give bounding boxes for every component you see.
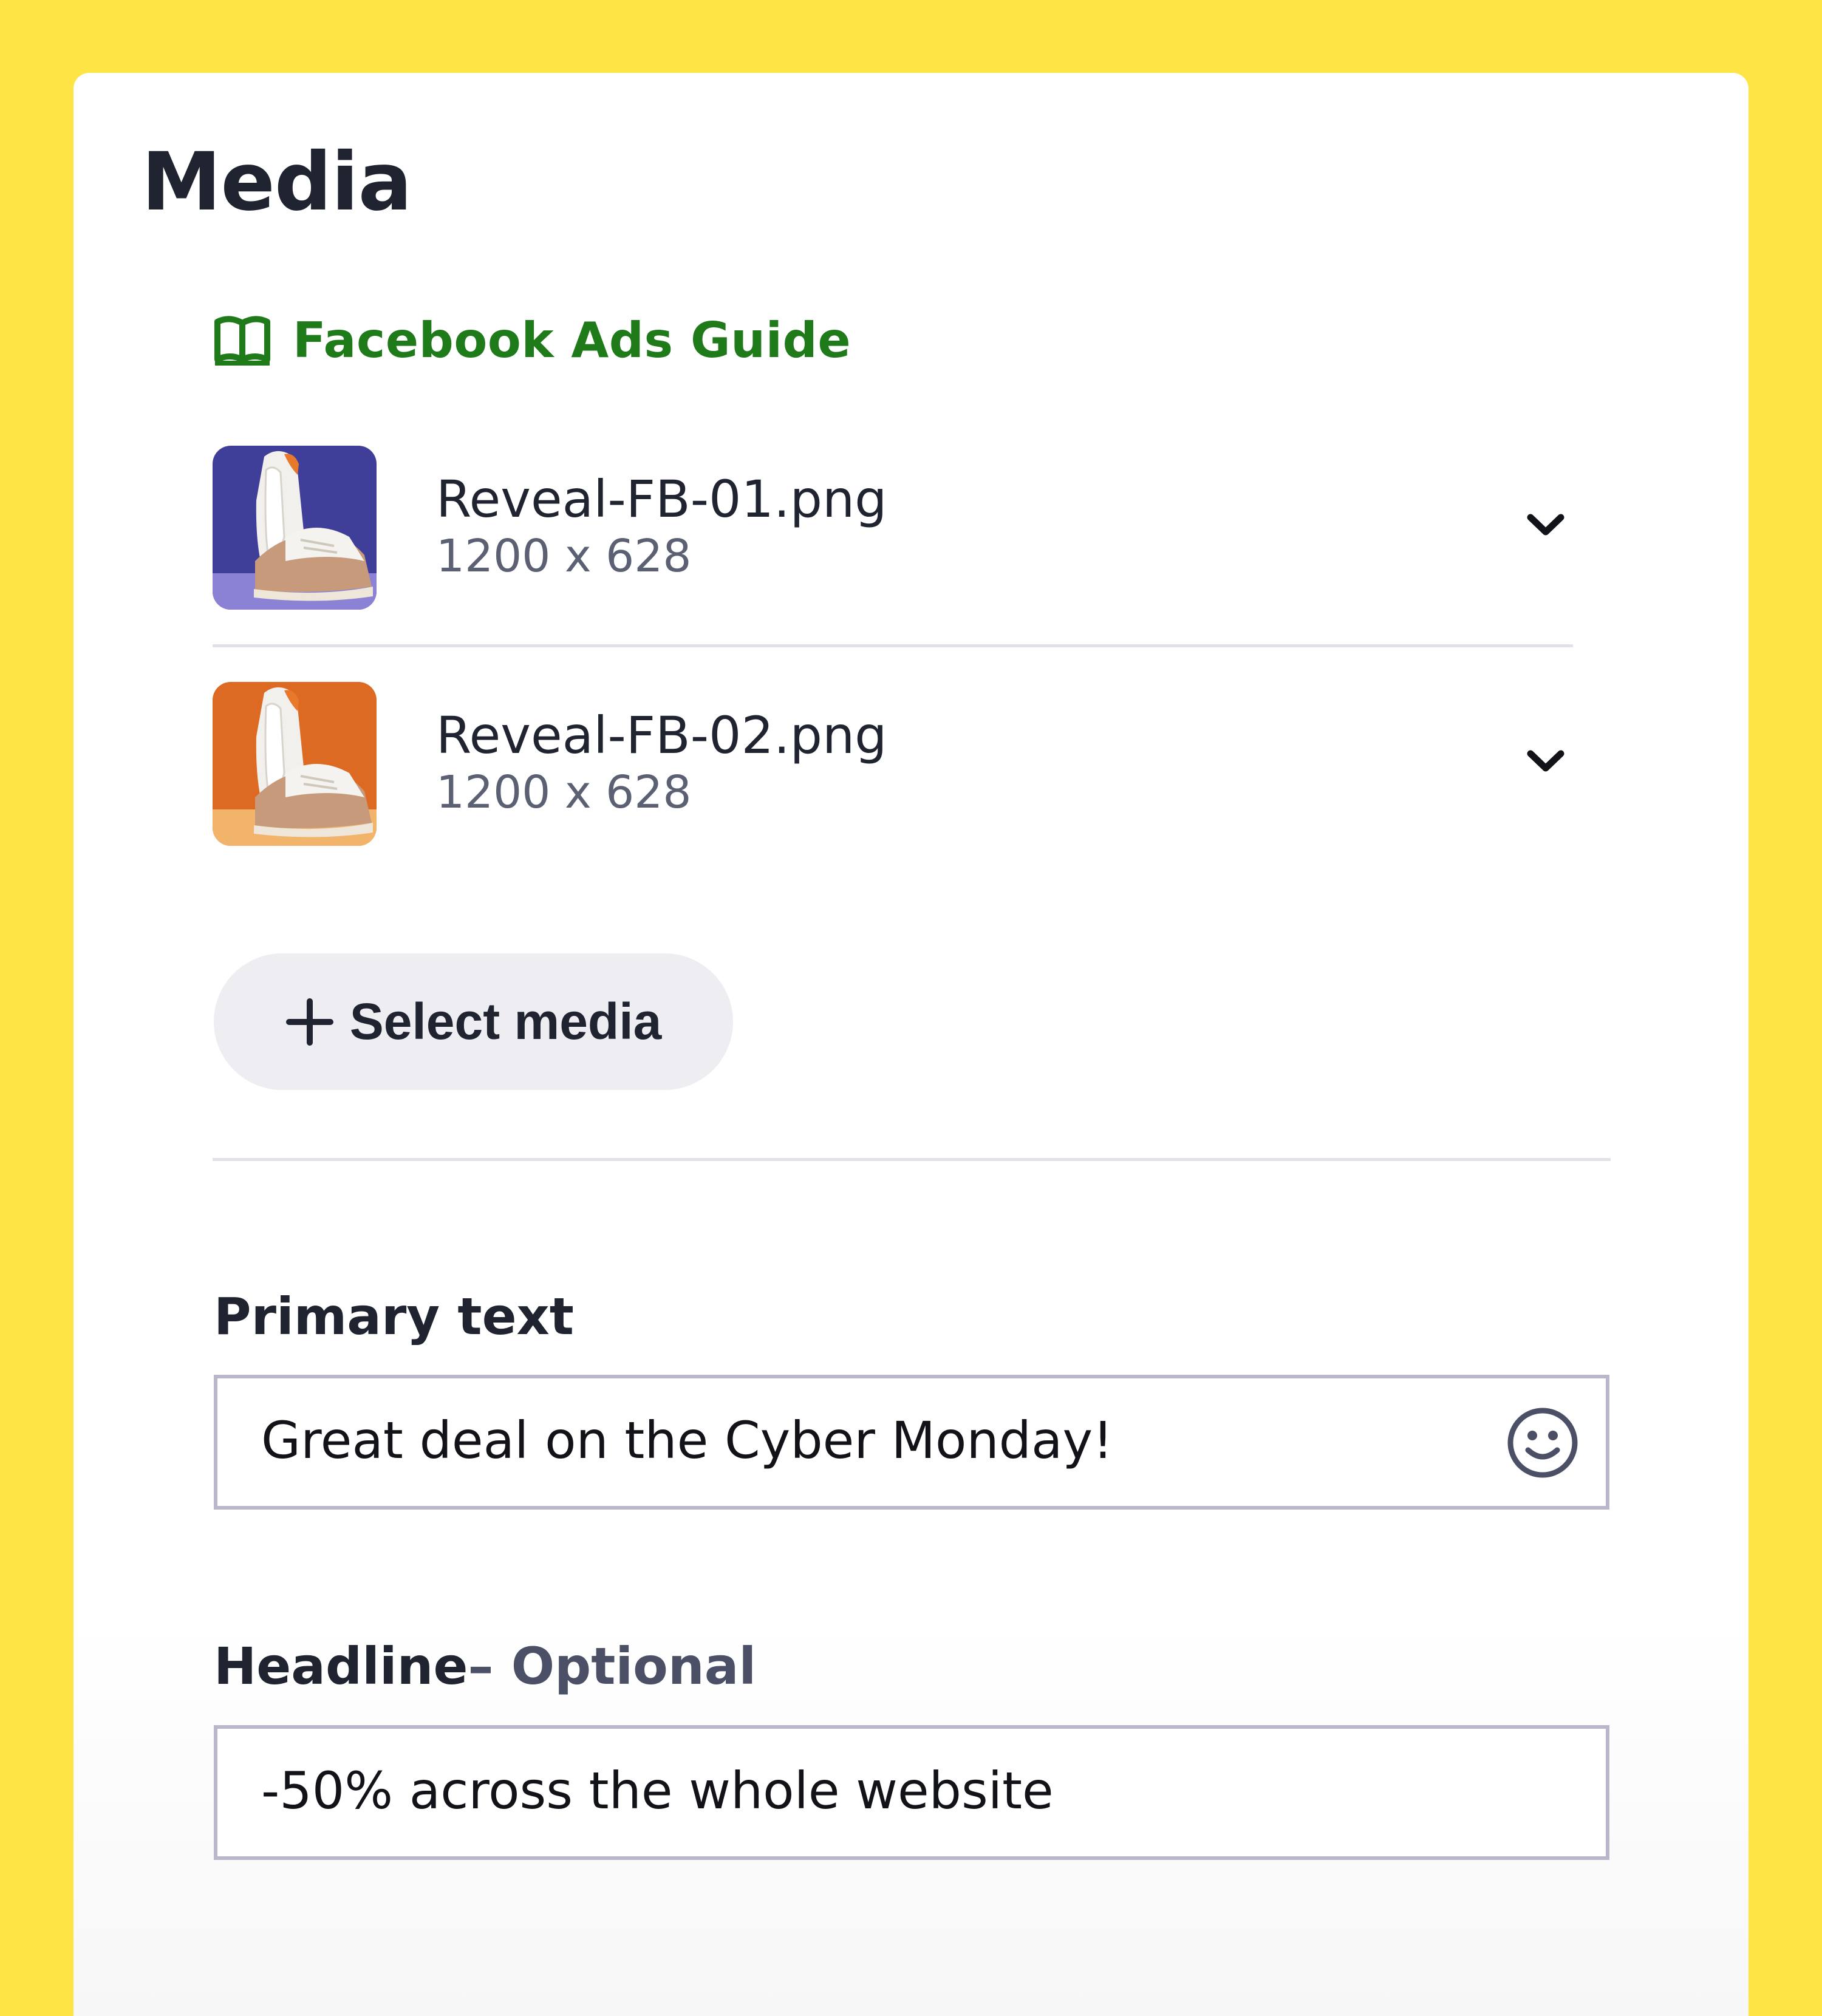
divider xyxy=(213,1158,1611,1161)
divider xyxy=(213,644,1573,647)
headline-label: Headline– Optional xyxy=(214,1636,756,1697)
chevron-down-icon xyxy=(1527,514,1564,536)
media-dimensions: 1200 x 628 xyxy=(436,766,692,819)
headline-input[interactable]: -50% across the whole website xyxy=(214,1725,1609,1860)
primary-text-label: Primary text xyxy=(214,1287,574,1346)
primary-text-value: Great deal on the Cyber Monday! xyxy=(261,1411,1113,1470)
expand-media-button[interactable] xyxy=(1518,734,1573,788)
media-item[interactable]: Reveal-FB-01.png 1200 x 628 xyxy=(213,446,1573,610)
select-media-label: Select media xyxy=(349,993,662,1050)
headline-label-text: Headline xyxy=(214,1636,468,1696)
plus-icon xyxy=(285,998,333,1046)
media-item[interactable]: Reveal-FB-02.png 1200 x 628 xyxy=(213,682,1573,846)
primary-text-input[interactable]: Great deal on the Cyber Monday! xyxy=(214,1375,1609,1510)
media-thumbnail xyxy=(213,682,377,846)
media-filename: Reveal-FB-01.png xyxy=(436,469,887,529)
smiley-icon xyxy=(1507,1408,1578,1478)
headline-value: -50% across the whole website xyxy=(261,1761,1054,1820)
media-filename: Reveal-FB-02.png xyxy=(436,706,887,765)
book-open-icon xyxy=(214,316,270,366)
facebook-ads-guide-link[interactable]: Facebook Ads Guide xyxy=(213,307,851,373)
media-dimensions: 1200 x 628 xyxy=(436,530,692,582)
optional-tag: – Optional xyxy=(468,1636,757,1696)
media-thumbnail xyxy=(213,446,377,610)
section-title: Media xyxy=(142,135,412,229)
select-media-button[interactable]: Select media xyxy=(214,953,733,1090)
guide-link-label: Facebook Ads Guide xyxy=(293,312,851,369)
chevron-down-icon xyxy=(1527,750,1564,772)
emoji-picker-button[interactable] xyxy=(1505,1405,1580,1480)
expand-media-button[interactable] xyxy=(1518,497,1573,552)
